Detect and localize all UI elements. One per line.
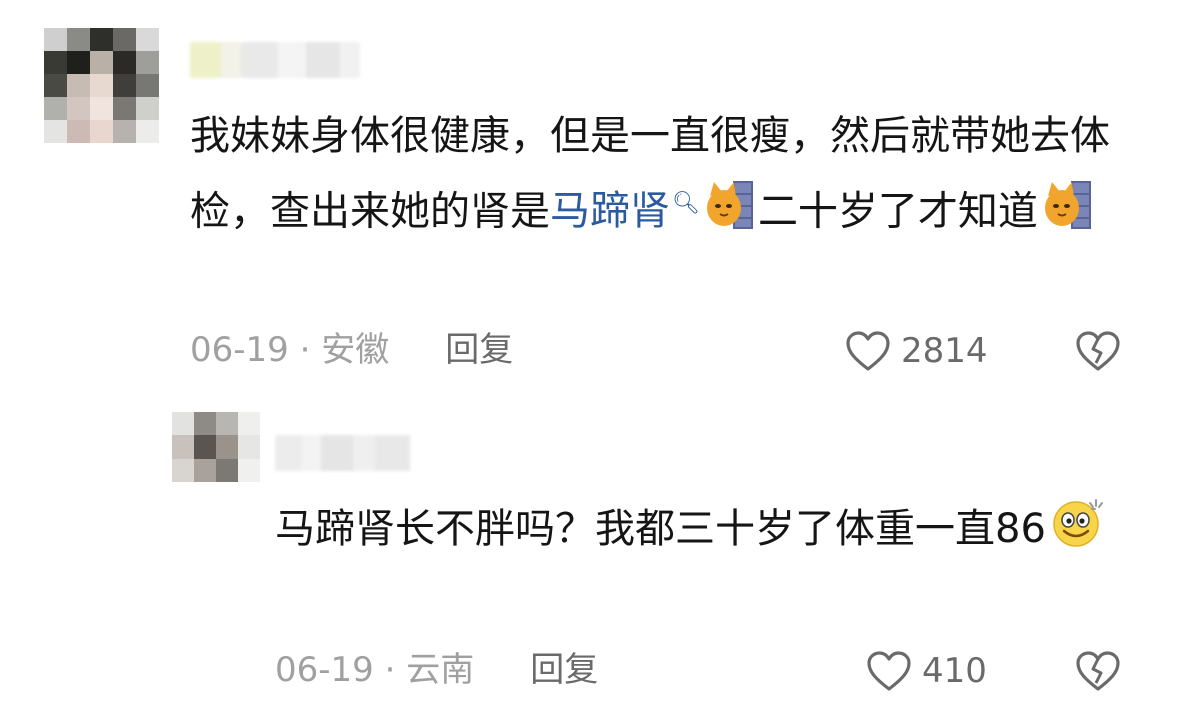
comment-meta: 06-19 · 云南 回复 — [275, 650, 598, 690]
cat-peeking-emoji — [1042, 180, 1092, 251]
keyword-link-label[interactable]: 马蹄肾 — [550, 188, 670, 234]
heart-icon[interactable] — [866, 650, 912, 692]
username-blurred[interactable] — [275, 435, 410, 471]
reply-button[interactable]: 回复 — [530, 650, 598, 690]
heart-icon[interactable] — [845, 330, 891, 372]
avatar[interactable] — [44, 28, 159, 143]
dislike-button[interactable] — [1074, 328, 1122, 376]
broken-heart-icon[interactable] — [1074, 648, 1122, 692]
keyword-link[interactable]: 马蹄肾🔍︎ — [550, 188, 700, 234]
dislike-button[interactable] — [1074, 648, 1122, 696]
username-blurred[interactable] — [190, 42, 360, 78]
like-count: 410 — [922, 651, 987, 691]
avatar[interactable] — [172, 412, 260, 482]
dazzled-smile-emoji — [1050, 496, 1106, 569]
like-count: 2814 — [901, 331, 988, 371]
cat-peeking-emoji — [704, 180, 754, 251]
reply-button[interactable]: 回复 — [445, 330, 513, 370]
search-icon[interactable]: 🔍︎ — [672, 191, 700, 216]
like-button[interactable]: 2814 — [845, 330, 988, 372]
date-location: 06-19 · 云南 — [275, 650, 475, 690]
comment-text-part: 马蹄肾长不胖吗？我都三十岁了体重一直86 — [275, 506, 1046, 552]
broken-heart-icon[interactable] — [1074, 328, 1122, 372]
date-location: 06-19 · 安徽 — [190, 330, 390, 370]
comment-text: 马蹄肾长不胖吗？我都三十岁了体重一直86 — [275, 496, 1155, 569]
comment-text: 我妹妹身体很健康，但是一直很瘦，然后就带她去体检，查出来她的肾是马蹄肾🔍︎ 二十… — [190, 103, 1150, 251]
comment-meta: 06-19 · 安徽 回复 — [190, 330, 513, 370]
like-button[interactable]: 410 — [866, 650, 987, 692]
comment-text-part: 二十岁了才知道 — [757, 188, 1038, 235]
